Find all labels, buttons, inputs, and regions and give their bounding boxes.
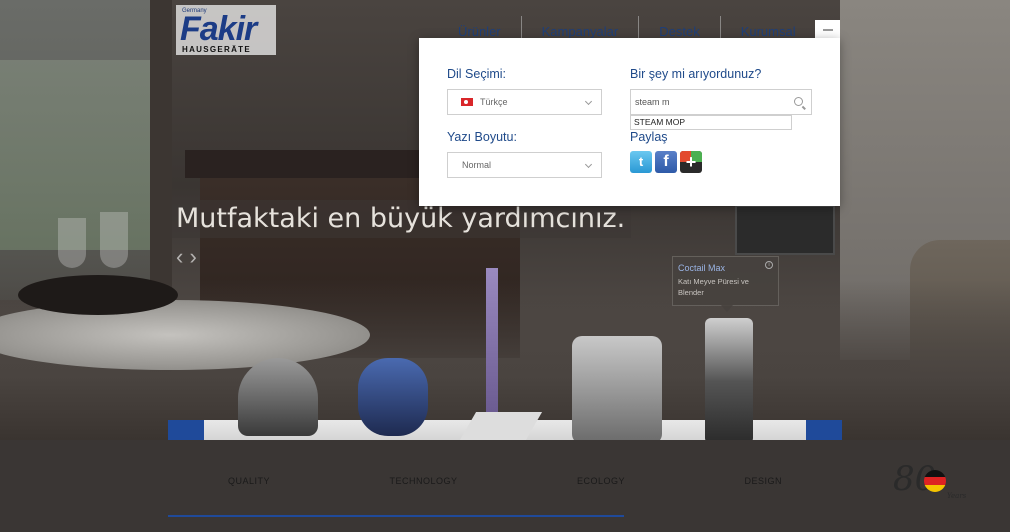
turkey-flag-icon — [461, 98, 473, 106]
slide-arrows[interactable]: ‹ › — [176, 244, 197, 270]
tab-design[interactable]: DESIGN — [744, 476, 782, 496]
product-vacuum-gray[interactable] — [238, 358, 318, 436]
language-label: Dil Seçimi: — [447, 67, 507, 81]
font-size-select[interactable]: Normal — [447, 152, 602, 178]
font-size-select-value: Normal — [462, 160, 492, 170]
search-suggestion[interactable]: STEAM MOP — [630, 115, 792, 130]
tab-quality[interactable]: QUALITY — [228, 476, 270, 496]
search-label: Bir şey mi arıyordunuz? — [630, 67, 762, 81]
germany-flag-icon — [924, 470, 946, 492]
background-glass — [100, 212, 128, 268]
chevron-down-icon — [584, 160, 593, 169]
logo-wordmark: Fakir — [180, 10, 257, 48]
font-size-label: Yazı Boyutu: — [447, 130, 517, 144]
share-label: Paylaş — [630, 130, 668, 144]
product-tooltip: Coctail Max i Katı Meyve Püresi ve Blend… — [672, 256, 779, 312]
chevron-down-icon — [584, 97, 593, 106]
tab-technology[interactable]: TECHNOLOGY — [389, 476, 457, 496]
tooltip-pointer — [721, 305, 733, 312]
close-icon[interactable] — [823, 29, 833, 31]
logo-subtitle: HAUSGERÄTE — [182, 45, 252, 54]
plus-glyph: + — [685, 152, 697, 172]
background-oven — [735, 205, 835, 255]
fakir-logo[interactable]: Germany Fakir HAUSGERÄTE — [180, 8, 272, 54]
facebook-icon[interactable]: f — [655, 151, 677, 173]
twitter-icon[interactable]: t — [630, 151, 652, 173]
background-bowl — [18, 275, 178, 315]
info-icon[interactable]: i — [765, 261, 773, 269]
product-steam-mop[interactable] — [486, 268, 498, 418]
language-select[interactable]: Türkçe — [447, 89, 602, 115]
product-blender[interactable] — [705, 318, 753, 444]
product-tooltip-title[interactable]: Coctail Max — [678, 263, 725, 273]
feature-tabs: QUALITY TECHNOLOGY ECOLOGY DESIGN — [168, 476, 842, 496]
active-tab-indicator — [168, 515, 624, 517]
language-select-value: Türkçe — [480, 97, 508, 107]
product-vacuum-blue[interactable] — [358, 358, 428, 436]
search-box — [630, 89, 812, 115]
badge-label: Years — [947, 492, 967, 500]
product-stand-mixer[interactable] — [572, 336, 662, 444]
tab-ecology[interactable]: ECOLOGY — [577, 476, 625, 496]
search-icon[interactable] — [794, 97, 803, 106]
background-glass — [58, 218, 86, 268]
search-input[interactable] — [635, 90, 785, 114]
product-tooltip-description: Katı Meyve Püresi ve Blender — [678, 277, 749, 297]
plus-icon[interactable]: + — [680, 151, 702, 173]
